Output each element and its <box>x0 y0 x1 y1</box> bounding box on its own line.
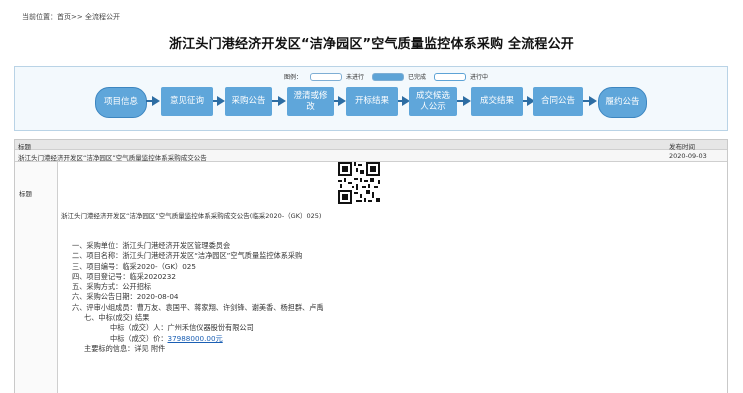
legend-todo-swatch <box>310 72 343 81</box>
announcement-list: 一、采购单位：浙江头门港经济开发区管理委员会 二、项目名称：浙江头门港经济开发区… <box>72 241 324 354</box>
list-item: 六、评审小组成员：曹万友、袁国平、蒋家翔、许剑锋、谢美香、杨担群、卢禹 <box>72 302 324 312</box>
breadcrumb-prefix: 当前位置： <box>22 13 57 21</box>
flow-arrow-icon <box>152 96 160 106</box>
announcement-table: 标题 发布时间 浙江头门港经济开发区“洁净园区”空气质量监控体系采购成交公告 2… <box>14 139 728 393</box>
row-date: 2020-09-03 <box>669 152 707 160</box>
step-contract-notice[interactable]: 合同公告 <box>533 87 583 116</box>
list-item: 六、采购公告日期：2020-08-04 <box>72 292 179 302</box>
list-item: 二、项目名称：浙江头门港经济开发区“洁净园区”空气质量监控体系采购 <box>72 251 303 261</box>
flow-arrow-icon <box>278 96 286 106</box>
announcement-content: 浙江头门港经济开发区“洁净园区”空气质量监控体系采购成交公告(临采2020-（G… <box>58 162 727 393</box>
step-project-info[interactable]: 项目信息 <box>95 87 147 118</box>
breadcrumb-current: 全流程公开 <box>84 13 120 21</box>
legend-todo-label: 未进行 <box>346 74 365 81</box>
price-value[interactable]: 37988000.00元 <box>168 334 223 343</box>
list-item: 三、项目编号：临采2020-（GK）025 <box>72 261 196 271</box>
price-label: 中标（成交）价： <box>110 333 168 343</box>
list-item: 四、项目登记号：临采2020232 <box>72 271 176 281</box>
price-row: 中标（成交）价：37988000.00元 <box>72 334 324 344</box>
flow-arrow-icon <box>217 96 225 106</box>
step-bid-opening-result[interactable]: 开标结果 <box>346 87 398 116</box>
step-performance-notice[interactable]: 履约公告 <box>598 87 647 118</box>
legend-doing-swatch <box>434 72 467 81</box>
step-clarification[interactable]: 澄清或修 改 <box>287 87 334 116</box>
list-item: 五、采购方式：公开招标 <box>72 282 152 292</box>
flow-arrow-icon <box>589 96 597 106</box>
flow-arrow-icon <box>338 96 346 106</box>
detail-row: 主要标的信息：详见 附件 <box>72 344 324 354</box>
detail-label-cell: 标题 <box>15 162 58 393</box>
row-title[interactable]: 浙江头门港经济开发区“洁净园区”空气质量监控体系采购成交公告 <box>18 152 207 162</box>
winner-row: 中标（成交）人：广州禾信仪器股份有限公司 <box>72 323 324 333</box>
table-header: 标题 发布时间 <box>15 140 727 151</box>
step-procurement-notice[interactable]: 采购公告 <box>225 87 272 116</box>
list-item: 一、采购单位：浙江头门港经济开发区管理委员会 <box>72 241 231 250</box>
page-title: 浙江头门港经济开发区“洁净园区”空气质量监控体系采购 全流程公开 <box>168 37 574 52</box>
table-row[interactable]: 浙江头门港经济开发区“洁净园区”空气质量监控体系采购成交公告 2020-09-0… <box>15 150 727 162</box>
legend-done-label: 已完成 <box>408 74 427 81</box>
list-item: 七、中标(成交) 结果 <box>84 313 150 323</box>
breadcrumb-home-link[interactable]: 首页 <box>57 13 71 21</box>
qr-code-icon <box>338 162 380 204</box>
legend: 图例： 未进行 已完成 进行中 <box>284 72 488 81</box>
step-transaction-result[interactable]: 成交结果 <box>471 87 523 116</box>
step-opinion-inquiry[interactable]: 意见征询 <box>161 87 213 116</box>
winner-name: 广州禾信仪器股份有限公司 <box>167 323 254 333</box>
detail-label: 标题 <box>19 190 32 198</box>
legend-label: 图例： <box>284 74 303 81</box>
winner-label: 中标（成交）人： <box>110 323 168 333</box>
step-candidate-publicity[interactable]: 成交候选 人公示 <box>409 87 457 116</box>
flow-arrow-icon <box>463 96 471 106</box>
announcement-heading: 浙江头门港经济开发区“洁净园区”空气质量监控体系采购成交公告(临采2020-（G… <box>61 212 322 220</box>
breadcrumb-separator: >> <box>71 13 83 21</box>
detail-info-label: 主要标的信息： <box>84 343 135 353</box>
breadcrumb: 当前位置：首页>> 全流程公开 <box>22 12 120 22</box>
detail-info-link[interactable]: 详见 附件 <box>134 344 165 353</box>
legend-done-swatch <box>372 72 405 81</box>
legend-doing-label: 进行中 <box>470 74 489 81</box>
